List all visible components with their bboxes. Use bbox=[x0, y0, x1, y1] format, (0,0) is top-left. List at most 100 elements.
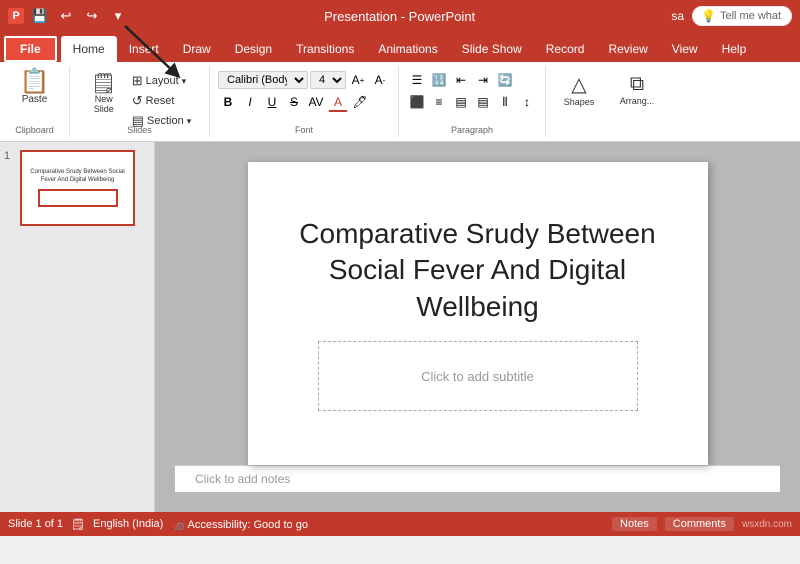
tab-design[interactable]: Design bbox=[223, 36, 284, 62]
decrease-indent-button[interactable]: ⇤ bbox=[451, 70, 471, 90]
drawing-group: △ Shapes ⧉ Arrang... bbox=[546, 66, 800, 137]
notes-button[interactable]: Notes bbox=[612, 517, 657, 531]
tab-transitions[interactable]: Transitions bbox=[284, 36, 366, 62]
italic-button[interactable]: I bbox=[240, 92, 260, 112]
slide-info-icon: 🗒 bbox=[71, 518, 85, 531]
layout-arrow: ▾ bbox=[182, 76, 187, 87]
arrange-icon: ⧉ bbox=[630, 73, 644, 96]
main-area: 1 Comparative Srudy Between Social Fever… bbox=[0, 142, 800, 512]
tab-animations[interactable]: Animations bbox=[366, 36, 449, 62]
slide-info: Slide 1 of 1 bbox=[8, 518, 63, 530]
slide-actions: ⊞ Layout ▾ ↺ Reset ▤ Section ▾ bbox=[128, 72, 196, 130]
align-center-button[interactable]: ≡ bbox=[429, 92, 449, 112]
numbering-button[interactable]: 🔢 bbox=[429, 70, 449, 90]
bold-button[interactable]: B bbox=[218, 92, 238, 112]
font-name-select[interactable]: Calibri (Body) bbox=[218, 71, 308, 89]
text-direction-button[interactable]: ↕ bbox=[517, 92, 537, 112]
slide-thumb-title: Comparative Srudy Between Social Fever A… bbox=[26, 169, 129, 185]
slide-canvas[interactable]: Comparative Srudy Between Social Fever A… bbox=[248, 162, 708, 465]
shapes-label: Shapes bbox=[564, 97, 595, 107]
new-slide-icon: 🗒 bbox=[91, 74, 116, 94]
layout-button[interactable]: ⊞ Layout ▾ bbox=[128, 72, 196, 90]
language-indicator: English (India) bbox=[93, 518, 163, 530]
reset-button[interactable]: ↺ Reset bbox=[128, 92, 196, 110]
tab-file[interactable]: File bbox=[4, 36, 57, 62]
paragraph-label: Paragraph bbox=[399, 125, 545, 135]
notes-area[interactable]: Click to add notes bbox=[175, 465, 780, 492]
clipboard-label: Clipboard bbox=[0, 125, 69, 135]
tab-record[interactable]: Record bbox=[534, 36, 597, 62]
status-bar: Slide 1 of 1 🗒 English (India) 🦽 Accessi… bbox=[0, 512, 800, 536]
customize-qat-button[interactable]: ▾ bbox=[108, 6, 128, 26]
font-size-select[interactable]: 44 bbox=[310, 71, 346, 89]
tab-help[interactable]: Help bbox=[710, 36, 759, 62]
slide-subtitle-box[interactable]: Click to add subtitle bbox=[318, 341, 638, 411]
font-controls: Calibri (Body) 44 A+ A- B I U S AV A 🖊 bbox=[218, 68, 390, 112]
font-group: Calibri (Body) 44 A+ A- B I U S AV A 🖊 F… bbox=[210, 66, 399, 137]
bullets-button[interactable]: ☰ bbox=[407, 70, 427, 90]
tab-slideshow[interactable]: Slide Show bbox=[450, 36, 534, 62]
tab-review[interactable]: Review bbox=[596, 36, 659, 62]
underline-button[interactable]: U bbox=[262, 92, 282, 112]
tab-draw[interactable]: Draw bbox=[171, 36, 223, 62]
arrange-label: Arrang... bbox=[620, 96, 655, 106]
redo-button[interactable]: ↪ bbox=[82, 6, 102, 26]
tab-view[interactable]: View bbox=[660, 36, 710, 62]
columns-button[interactable]: ⫴ bbox=[495, 92, 515, 112]
align-row: ⬛ ≡ ▤ ▤ ⫴ ↕ bbox=[407, 92, 537, 112]
title-bar: P 💾 ↩ ↪ ▾ Presentation - PowerPoint sa 💡… bbox=[0, 0, 800, 32]
font-row2: B I U S AV A 🖊 bbox=[218, 92, 390, 112]
user-name: sa bbox=[671, 9, 684, 23]
slide-thumb-number: 1 bbox=[4, 150, 16, 162]
lightbulb-icon: 💡 bbox=[701, 9, 716, 23]
shapes-button[interactable]: △ Shapes bbox=[554, 70, 604, 109]
app-icon: P bbox=[8, 8, 24, 24]
tell-me-input[interactable]: 💡 Tell me what bbox=[692, 6, 792, 26]
align-right-button[interactable]: ▤ bbox=[451, 92, 471, 112]
watermark: wsxdn.com bbox=[742, 519, 792, 530]
justify-button[interactable]: ▤ bbox=[473, 92, 493, 112]
accessibility-status: 🦽 Accessibility: Good to go bbox=[171, 518, 308, 531]
slide-panel: 1 Comparative Srudy Between Social Fever… bbox=[0, 142, 155, 512]
undo-button[interactable]: ↩ bbox=[56, 6, 76, 26]
layout-icon: ⊞ bbox=[132, 73, 143, 89]
font-color-button[interactable]: A bbox=[328, 92, 348, 112]
slide-thumb[interactable]: Comparative Srudy Between Social Fever A… bbox=[20, 150, 135, 226]
tab-home[interactable]: Home bbox=[61, 36, 117, 62]
slide-title-text[interactable]: Comparative Srudy Between Social Fever A… bbox=[248, 216, 708, 325]
paste-button[interactable]: 📋 Paste bbox=[13, 68, 57, 107]
quick-access-toolbar: P 💾 ↩ ↪ ▾ bbox=[8, 6, 128, 26]
slide-thumbnail-1[interactable]: 1 Comparative Srudy Between Social Fever… bbox=[4, 150, 150, 226]
ribbon-content: 📋 Paste Clipboard 🗒 NewSlide ⊞ Layout bbox=[0, 62, 800, 142]
increase-indent-button[interactable]: ⇥ bbox=[473, 70, 493, 90]
font-row1: Calibri (Body) 44 A+ A- bbox=[218, 70, 390, 90]
window-title: Presentation - PowerPoint bbox=[324, 9, 475, 24]
char-spacing-button[interactable]: AV bbox=[306, 92, 326, 112]
save-button[interactable]: 💾 bbox=[30, 6, 50, 26]
layout-label: Layout bbox=[146, 75, 179, 87]
increase-font-button[interactable]: A+ bbox=[348, 70, 368, 90]
decrease-font-button[interactable]: A- bbox=[370, 70, 390, 90]
reset-icon: ↺ bbox=[132, 93, 143, 109]
status-left: Slide 1 of 1 🗒 English (India) 🦽 Accessi… bbox=[8, 518, 308, 531]
paste-label: Paste bbox=[22, 94, 48, 105]
ribbon-tabs: File Home Insert Draw Design Transitions… bbox=[0, 32, 800, 62]
arrange-button[interactable]: ⧉ Arrang... bbox=[612, 71, 662, 108]
canvas-area: Comparative Srudy Between Social Fever A… bbox=[155, 142, 800, 512]
shapes-icon: △ bbox=[571, 72, 586, 97]
list-row: ☰ 🔢 ⇤ ⇥ 🔄 bbox=[407, 70, 537, 90]
tab-insert[interactable]: Insert bbox=[117, 36, 171, 62]
highlight-button[interactable]: 🖊 bbox=[350, 92, 370, 112]
slides-group: 🗒 NewSlide ⊞ Layout ▾ ↺ Reset ▤ Section … bbox=[70, 66, 210, 137]
convert-button[interactable]: 🔄 bbox=[495, 70, 515, 90]
new-slide-label: NewSlide bbox=[94, 94, 114, 114]
slides-label: Slides bbox=[70, 125, 209, 135]
new-slide-button[interactable]: 🗒 NewSlide bbox=[84, 72, 124, 116]
comments-button[interactable]: Comments bbox=[665, 517, 734, 531]
strikethrough-button[interactable]: S bbox=[284, 92, 304, 112]
status-right: Notes Comments wsxdn.com bbox=[612, 517, 792, 531]
reset-label: Reset bbox=[146, 95, 175, 107]
slide-subtitle-placeholder: Click to add subtitle bbox=[421, 369, 534, 384]
paragraph-controls: ☰ 🔢 ⇤ ⇥ 🔄 ⬛ ≡ ▤ ▤ ⫴ ↕ bbox=[407, 68, 537, 112]
align-left-button[interactable]: ⬛ bbox=[407, 92, 427, 112]
